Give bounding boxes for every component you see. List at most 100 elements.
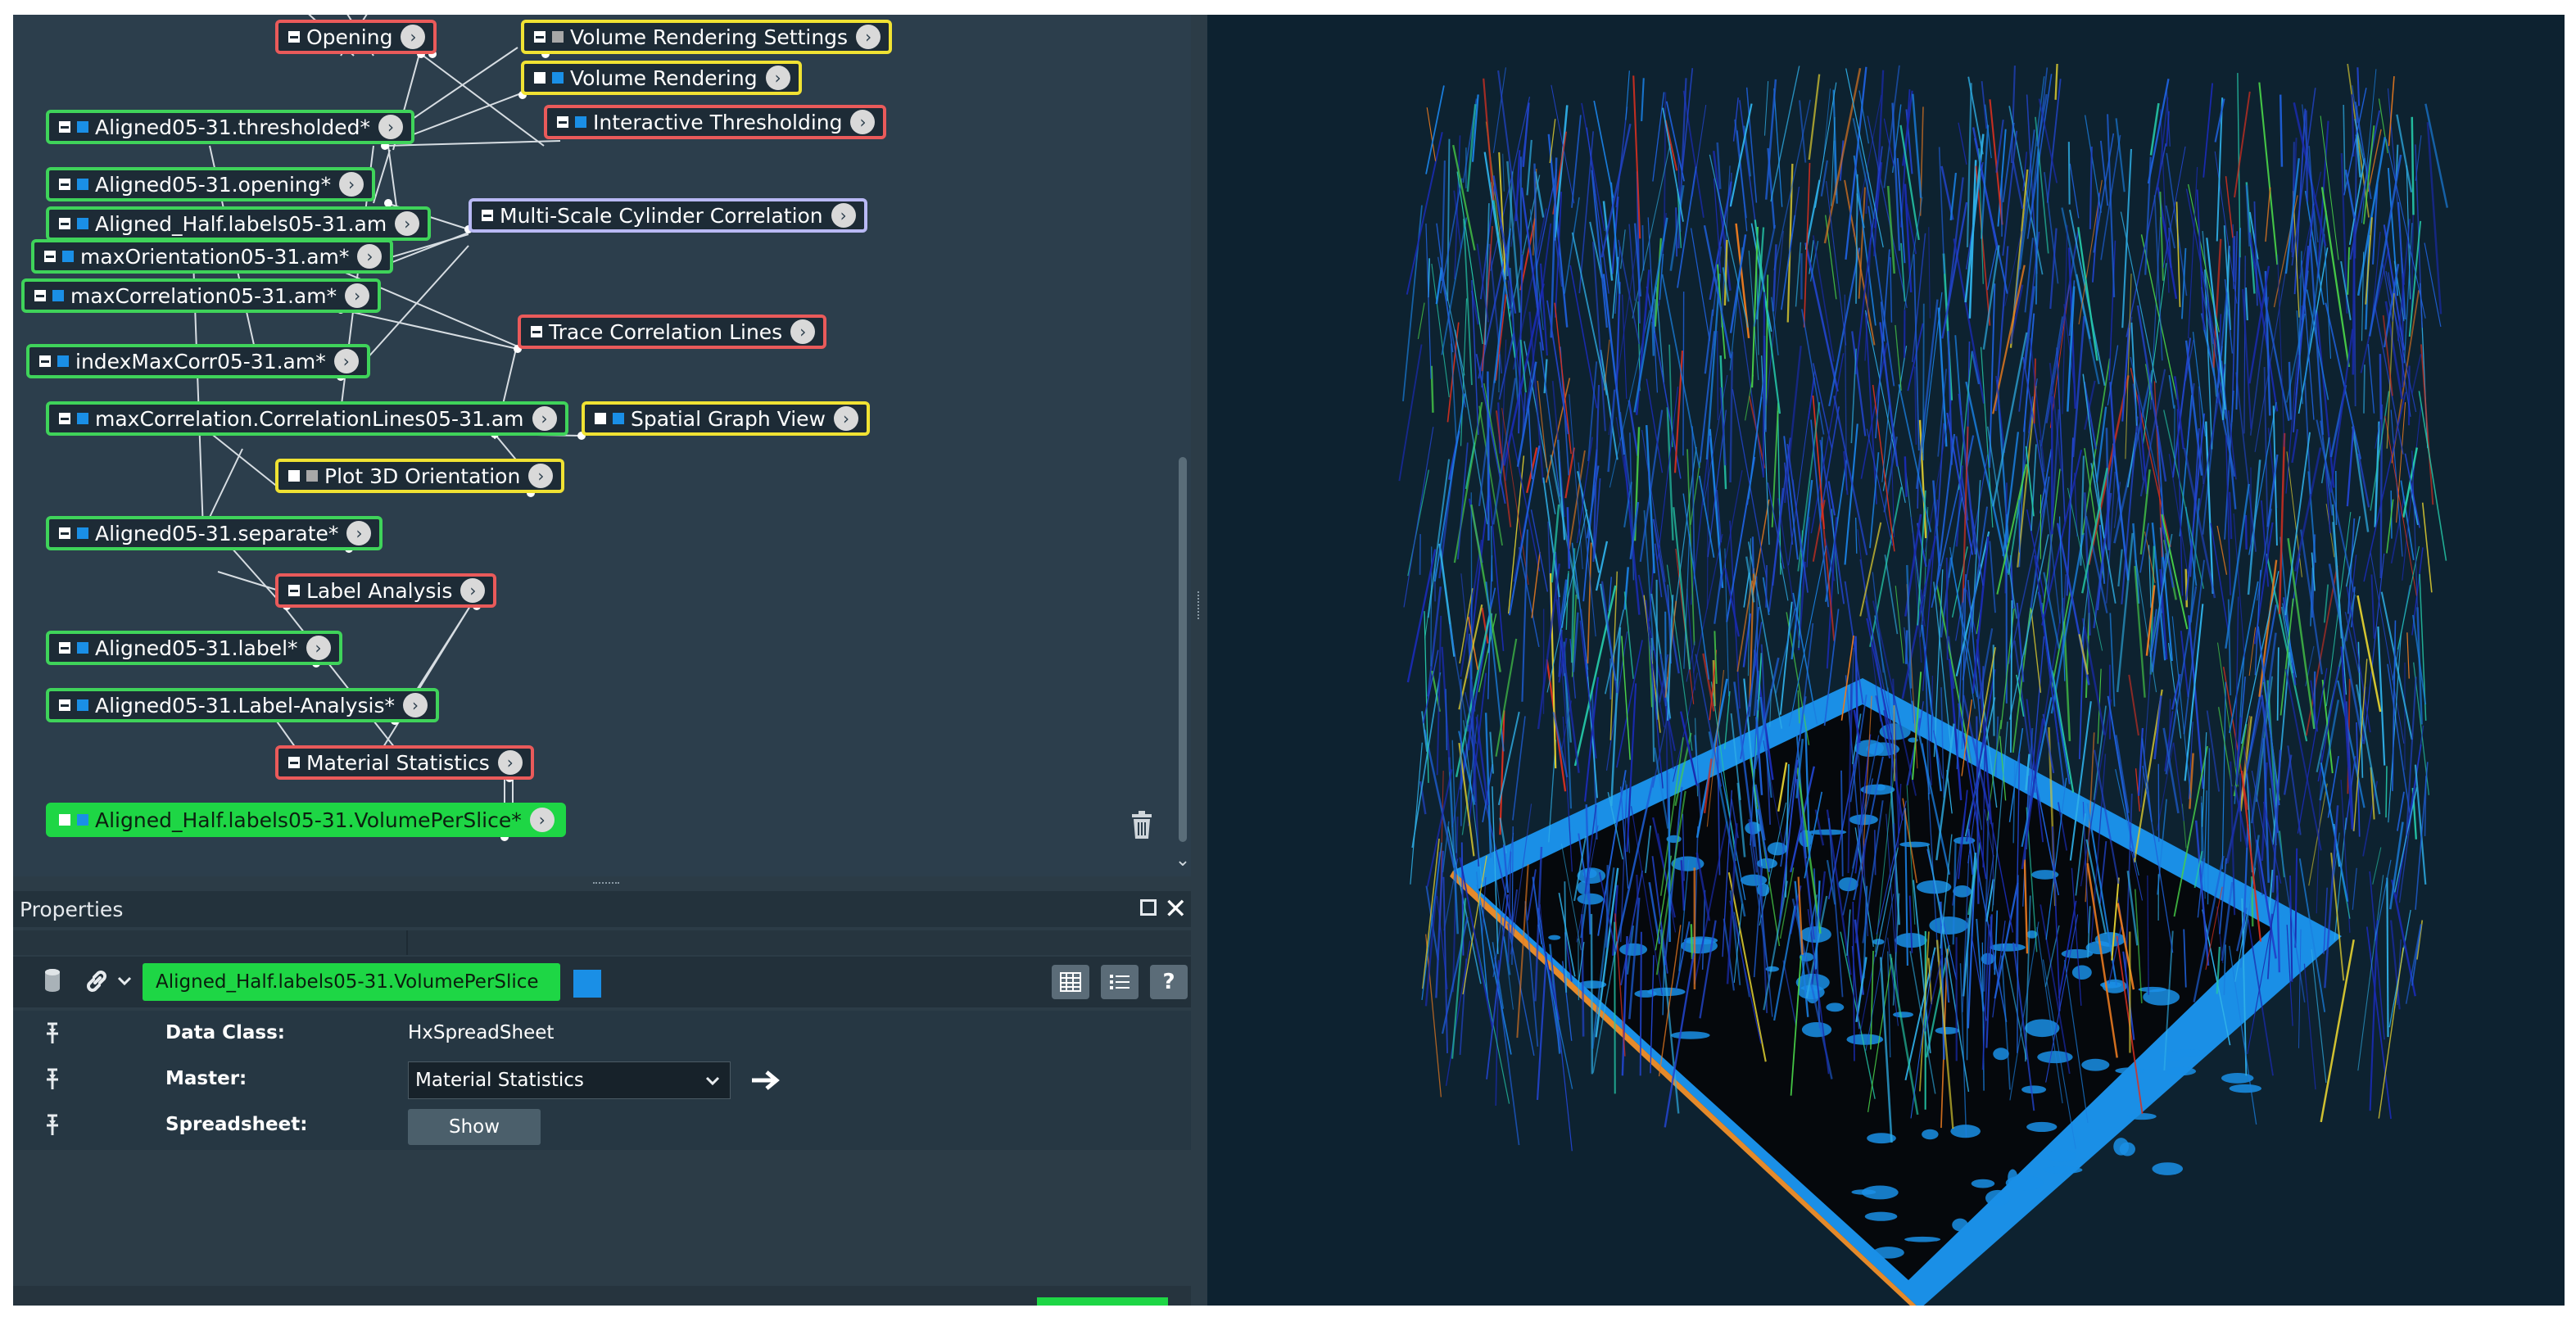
link-icon[interactable] — [84, 968, 110, 994]
graph-node-half[interactable]: Aligned_Half.labels05-31.am › — [46, 206, 432, 241]
graph-node-imc[interactable]: indexMaxCorr05-31.am* › — [26, 344, 370, 378]
maximize-icon[interactable] — [1140, 899, 1157, 916]
visibility-icon[interactable] — [62, 251, 74, 262]
toggle-box-icon[interactable] — [534, 72, 546, 84]
visibility-icon[interactable] — [575, 116, 586, 128]
visibility-icon[interactable] — [57, 355, 69, 367]
visibility-icon[interactable] — [77, 527, 88, 539]
collapse-toggle-icon[interactable] — [44, 251, 56, 262]
scroll-down-icon[interactable]: ⌄ — [1175, 850, 1191, 871]
visibility-icon[interactable] — [52, 290, 64, 301]
graph-node-la[interactable]: Label Analysis › — [275, 573, 497, 608]
node-menu-arrow-icon[interactable]: › — [339, 172, 364, 197]
collapse-toggle-icon[interactable] — [59, 179, 70, 190]
graph-node-mscc[interactable]: Multi-Scale Cylinder Correlation › — [469, 198, 867, 233]
show-spreadsheet-button[interactable]: Show — [408, 1109, 541, 1145]
node-menu-arrow-icon[interactable]: › — [378, 115, 404, 139]
help-button[interactable]: ? — [1150, 965, 1188, 999]
visibility-icon[interactable] — [613, 413, 624, 424]
vertical-splitter[interactable] — [1191, 15, 1207, 1306]
graph-node-maxo[interactable]: maxOrientation05-31.am* › — [31, 239, 394, 274]
arrow-right-icon[interactable] — [749, 1068, 781, 1093]
node-menu-arrow-icon[interactable]: › — [497, 750, 523, 775]
visibility-icon[interactable] — [77, 642, 88, 654]
pin-icon[interactable] — [44, 1068, 61, 1091]
graph-node-thr[interactable]: Aligned05-31.thresholded* › — [46, 110, 415, 144]
graph-node-vr[interactable]: Volume Rendering › — [521, 61, 802, 95]
node-menu-arrow-icon[interactable]: › — [790, 319, 816, 344]
visibility-icon[interactable] — [77, 121, 88, 133]
node-menu-arrow-icon[interactable]: › — [532, 406, 557, 431]
node-menu-arrow-icon[interactable]: › — [856, 25, 881, 49]
graph-node-lana[interactable]: Aligned05-31.Label-Analysis* › — [46, 688, 439, 722]
close-icon[interactable]: ✕ — [1164, 893, 1188, 926]
collapse-toggle-icon[interactable] — [39, 355, 51, 367]
collapse-toggle-icon[interactable] — [59, 642, 70, 654]
collapse-toggle-icon[interactable] — [557, 116, 568, 128]
trash-icon[interactable] — [1129, 811, 1155, 840]
object-name-field[interactable]: Aligned_Half.labels05-31.VolumePerSlice — [143, 963, 560, 1001]
list-view-button[interactable] — [1101, 965, 1139, 999]
visibility-icon[interactable] — [552, 31, 564, 43]
node-menu-arrow-icon[interactable]: › — [831, 203, 856, 228]
collapse-toggle-icon[interactable] — [59, 699, 70, 711]
visibility-icon[interactable] — [77, 814, 88, 826]
pin-icon[interactable] — [44, 1022, 61, 1045]
visibility-icon[interactable] — [306, 470, 318, 482]
master-select[interactable]: Material Statistics — [408, 1061, 731, 1099]
collapse-toggle-icon[interactable] — [534, 31, 546, 43]
graph-node-lbl[interactable]: Aligned05-31.label* › — [46, 631, 342, 665]
collapse-toggle-icon[interactable] — [59, 218, 70, 229]
graph-node-vps[interactable]: Aligned_Half.labels05-31.VolumePerSlice*… — [46, 803, 566, 837]
node-menu-arrow-icon[interactable]: › — [765, 66, 790, 90]
node-menu-arrow-icon[interactable]: › — [528, 464, 554, 488]
collapse-toggle-icon[interactable] — [59, 527, 70, 539]
node-menu-arrow-icon[interactable]: › — [345, 283, 370, 308]
node-menu-arrow-icon[interactable]: › — [529, 808, 555, 832]
node-menu-arrow-icon[interactable]: › — [395, 211, 420, 236]
node-menu-arrow-icon[interactable]: › — [460, 578, 486, 603]
node-menu-arrow-icon[interactable]: › — [401, 25, 426, 49]
collapse-toggle-icon[interactable] — [288, 757, 300, 768]
node-menu-arrow-icon[interactable]: › — [833, 406, 858, 431]
node-menu-arrow-icon[interactable]: › — [306, 636, 331, 660]
graph-node-ms[interactable]: Material Statistics › — [275, 745, 534, 780]
visibility-icon[interactable] — [77, 413, 88, 424]
node-menu-arrow-icon[interactable]: › — [333, 349, 359, 373]
toggle-box-icon[interactable] — [595, 413, 606, 424]
graph-node-it[interactable]: Interactive Thresholding › — [544, 105, 887, 139]
collapse-toggle-icon[interactable] — [288, 585, 300, 596]
graph-node-mccl[interactable]: maxCorrelation.CorrelationLines05-31.am › — [46, 401, 568, 436]
visibility-icon[interactable] — [77, 699, 88, 711]
visibility-icon[interactable] — [77, 179, 88, 190]
graph-node-vrs[interactable]: Volume Rendering Settings › — [521, 20, 893, 54]
graph-node-sep[interactable]: Aligned05-31.separate* › — [46, 516, 383, 550]
node-menu-arrow-icon[interactable]: › — [850, 110, 876, 134]
horizontal-splitter[interactable] — [13, 876, 1191, 891]
collapse-toggle-icon[interactable] — [34, 290, 46, 301]
node-menu-arrow-icon[interactable]: › — [402, 693, 428, 717]
pin-icon[interactable] — [44, 1114, 61, 1137]
scrollbar-thumb[interactable] — [1179, 457, 1187, 842]
collapse-toggle-icon[interactable] — [59, 413, 70, 424]
toggle-box-icon[interactable] — [288, 470, 300, 482]
graph-node-p3o[interactable]: Plot 3D Orientation › — [275, 459, 565, 493]
collapse-toggle-icon[interactable] — [482, 210, 493, 221]
chevron-down-icon[interactable] — [116, 971, 133, 991]
graph-node-open_data[interactable]: Aligned05-31.opening* › — [46, 167, 376, 201]
collapse-toggle-icon[interactable] — [59, 121, 70, 133]
graph-node-opening[interactable]: Opening › — [275, 20, 437, 54]
graph-node-sgv[interactable]: Spatial Graph View › — [582, 401, 870, 436]
graph-scrollbar[interactable]: ⌄ — [1175, 15, 1191, 876]
project-graph-view[interactable]: Opening › Volume Rendering Settings › Volume… — [13, 15, 1191, 876]
node-menu-arrow-icon[interactable]: › — [346, 521, 372, 545]
collapse-toggle-icon[interactable] — [531, 326, 542, 337]
visibility-icon[interactable] — [552, 72, 564, 84]
spreadsheet-view-button[interactable] — [1052, 965, 1089, 999]
graph-node-maxc[interactable]: maxCorrelation05-31.am* › — [21, 278, 382, 313]
toggle-box-icon[interactable] — [59, 814, 70, 826]
node-menu-arrow-icon[interactable]: › — [357, 244, 383, 269]
3d-viewer[interactable] — [1207, 15, 2565, 1306]
object-color-swatch[interactable] — [573, 970, 601, 998]
graph-node-tcl[interactable]: Trace Correlation Lines › — [518, 315, 827, 349]
